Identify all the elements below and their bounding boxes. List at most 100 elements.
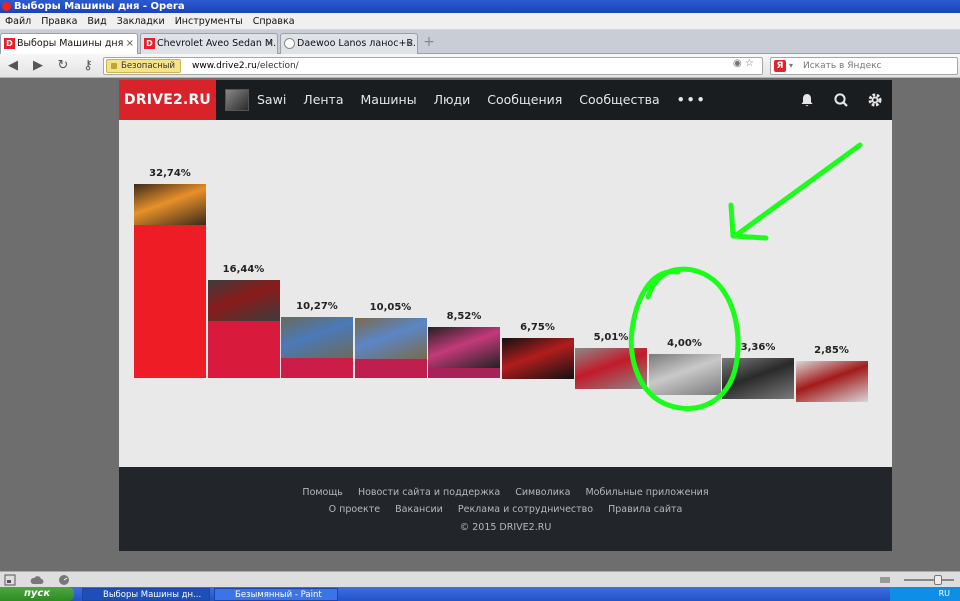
avatar[interactable]	[225, 89, 249, 111]
url-text: www.drive2.ru/election/	[192, 61, 299, 71]
site-logo[interactable]: DRIVE2.RU	[119, 80, 216, 120]
back-icon[interactable]: ◀	[5, 58, 21, 74]
footer-link-help[interactable]: Помощь	[302, 487, 342, 498]
task-label: Безымянный - Paint	[235, 590, 322, 600]
nav-feed[interactable]: Лента	[303, 80, 343, 120]
start-button[interactable]: пуск	[0, 587, 74, 601]
car-thumbnail[interactable]	[575, 348, 647, 390]
key-icon[interactable]: ⚷	[80, 58, 96, 74]
search-field[interactable]: Я ▾ Искать в Яндекс	[770, 57, 958, 75]
menu-bar: Файл Правка Вид Закладки Инструменты Спр…	[0, 13, 960, 30]
site-nav: Sawi Лента Машины Люди Сообщения Сообщес…	[257, 80, 724, 120]
footer-link-about[interactable]: О проекте	[329, 504, 381, 515]
close-tab-icon[interactable]: ×	[266, 34, 274, 54]
tab-label: Daewoo Lanos ланос+В...	[297, 38, 418, 49]
menu-view[interactable]: Вид	[84, 13, 113, 29]
chart-percent-label: 3,36%	[740, 342, 776, 354]
menu-edit[interactable]: Правка	[38, 13, 84, 29]
site-header: DRIVE2.RU Sawi Лента Машины Люди Сообщен…	[119, 80, 892, 120]
car-thumbnail[interactable]	[281, 317, 353, 358]
footer-link-ads[interactable]: Реклама и сотрудничество	[458, 504, 593, 515]
drive2-favicon-icon: D	[144, 38, 155, 49]
menu-help[interactable]: Справка	[250, 13, 302, 29]
windows-taskbar: пуск Выборы Машины дн... Безымянный - Pa…	[0, 587, 960, 601]
footer-link-mobile[interactable]: Мобильные приложения	[585, 487, 708, 498]
gear-icon[interactable]	[867, 92, 883, 108]
menu-bookmarks[interactable]: Закладки	[114, 13, 172, 29]
new-tab-icon[interactable]: +	[422, 35, 436, 49]
chevron-down-icon[interactable]: ▾	[789, 58, 793, 74]
car-thumbnail[interactable]	[207, 280, 280, 322]
language-indicator[interactable]: RU	[939, 589, 950, 598]
footer-links-2: О проекте Вакансии Реклама и сотрудничес…	[119, 504, 892, 515]
menu-tools[interactable]: Инструменты	[172, 13, 250, 29]
yandex-icon: Я	[774, 60, 786, 72]
car-thumbnail[interactable]	[501, 337, 574, 379]
speedometer-icon[interactable]	[58, 574, 70, 586]
footer-link-news[interactable]: Новости сайта и поддержка	[358, 487, 500, 498]
zoom-slider-handle[interactable]	[934, 575, 942, 585]
opera-logo-icon	[2, 2, 11, 11]
loading-favicon-icon	[284, 38, 295, 49]
nav-user[interactable]: Sawi	[257, 80, 286, 120]
reload-icon[interactable]: ↻	[55, 58, 71, 74]
nav-more[interactable]: •••	[677, 80, 707, 120]
car-thumbnail[interactable]	[722, 358, 794, 400]
car-thumbnail[interactable]	[354, 318, 427, 360]
tab-elections[interactable]: D Выборы Машины дня ×	[0, 33, 138, 54]
task-paint[interactable]: Безымянный - Paint	[214, 588, 338, 601]
nav-communities[interactable]: Сообщества	[579, 80, 659, 120]
footer-link-rules[interactable]: Правила сайта	[608, 504, 682, 515]
chart-percent-label: 4,00%	[667, 338, 702, 350]
chart-percent-label: 10,27%	[296, 301, 338, 312]
tab-label: Выборы Машины дня	[17, 38, 124, 49]
car-thumbnail[interactable]	[428, 327, 500, 369]
search-icon[interactable]	[833, 92, 849, 108]
search-placeholder: Искать в Яндекс	[803, 61, 882, 71]
system-tray: RU	[890, 587, 960, 601]
car-thumbnail[interactable]	[795, 361, 868, 403]
nav-cars[interactable]: Машины	[361, 80, 417, 120]
task-label: Выборы Машины дн...	[103, 590, 202, 600]
site-footer: Помощь Новости сайта и поддержка Символи…	[119, 467, 892, 551]
close-tab-icon[interactable]: ×	[126, 34, 134, 54]
footer-links-1: Помощь Новости сайта и поддержка Символи…	[119, 487, 892, 498]
tab-chevrolet[interactable]: D Chevrolet Aveo Sedan М... ×	[140, 33, 278, 54]
view-icon[interactable]	[880, 577, 890, 583]
chart-percent-label: 8,52%	[446, 311, 482, 323]
zoom-slider[interactable]	[904, 575, 954, 585]
drive2-favicon-icon: D	[4, 38, 15, 49]
secure-badge[interactable]: Безопасный	[106, 59, 182, 73]
task-opera[interactable]: Выборы Машины дн...	[82, 588, 210, 601]
address-field[interactable]: Безопасный www.drive2.ru/election/	[103, 57, 763, 75]
window-title: Выборы Машины дня - Opera	[14, 1, 185, 12]
election-chart: 32,74% 16,44% 10,27% 10,05% 8,52% 6,75% 5,01% 4…	[134, 120, 868, 403]
chart-percent-label: 2,85%	[814, 345, 849, 357]
footer-link-jobs[interactable]: Вакансии	[395, 504, 443, 515]
browser-status-bar	[0, 571, 960, 587]
car-thumbnail[interactable]	[134, 183, 206, 225]
bell-icon[interactable]	[799, 92, 815, 108]
footer-copyright: © 2015 DRIVE2.RU	[459, 522, 552, 533]
car-thumbnail[interactable]	[648, 354, 721, 396]
tab-daewoo[interactable]: Daewoo Lanos ланос+В... ×	[280, 33, 418, 54]
start-label: пуск	[24, 588, 51, 599]
footer-link-symbols[interactable]: Символика	[515, 487, 570, 498]
chart-percent-label: 6,75%	[520, 321, 555, 333]
window-title-bar: Выборы Машины дня - Opera	[0, 0, 960, 13]
tab-label: Chevrolet Aveo Sedan М...	[157, 38, 278, 49]
cloud-icon[interactable]	[30, 574, 44, 586]
tab-strip: D Выборы Машины дня × D Chevrolet Aveo S…	[0, 30, 960, 54]
chart-percent-label: 10,05%	[369, 302, 412, 314]
nav-messages[interactable]: Сообщения	[487, 80, 562, 120]
panel-toggle-icon[interactable]	[4, 574, 16, 586]
chart-percent-label: 5,01%	[593, 332, 629, 344]
chart-percent-label: 16,44%	[222, 264, 265, 276]
close-tab-icon[interactable]: ×	[406, 34, 414, 54]
forward-icon[interactable]: ▶	[30, 58, 46, 74]
rss-icon[interactable]: ◉ ☆	[733, 58, 754, 69]
menu-file[interactable]: Файл	[2, 13, 38, 29]
nav-people[interactable]: Люди	[434, 80, 471, 120]
web-page: DRIVE2.RU Sawi Лента Машины Люди Сообщен…	[119, 80, 892, 551]
chart-percent-label: 32,74%	[149, 167, 191, 179]
